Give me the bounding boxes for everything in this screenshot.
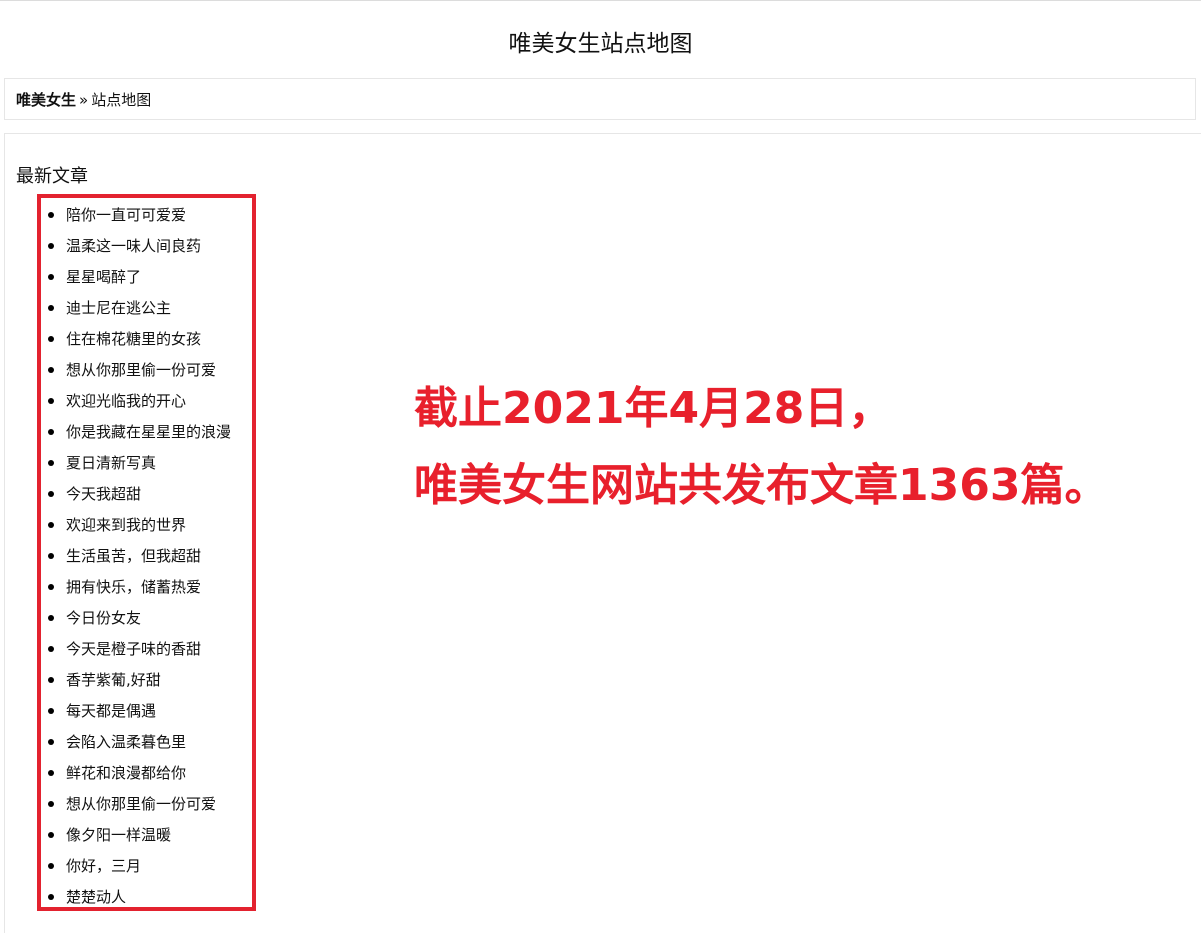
breadcrumb-home-link[interactable]: 唯美女生	[16, 91, 76, 109]
highlight-annotation-box	[37, 194, 256, 911]
annotation-line-2: 唯美女生网站共发布文章1363篇。	[414, 460, 1109, 511]
breadcrumb: 唯美女生» 站点地图	[16, 90, 151, 110]
top-divider	[0, 0, 1201, 1]
breadcrumb-separator: »	[79, 91, 89, 109]
breadcrumb-container: 唯美女生» 站点地图	[4, 78, 1196, 120]
breadcrumb-current: 站点地图	[91, 91, 152, 109]
section-heading-latest-posts: 最新文章	[16, 166, 88, 187]
annotation-line-1: 截止2021年4月28日，	[414, 383, 893, 434]
page-title: 唯美女生站点地图	[508, 31, 693, 57]
